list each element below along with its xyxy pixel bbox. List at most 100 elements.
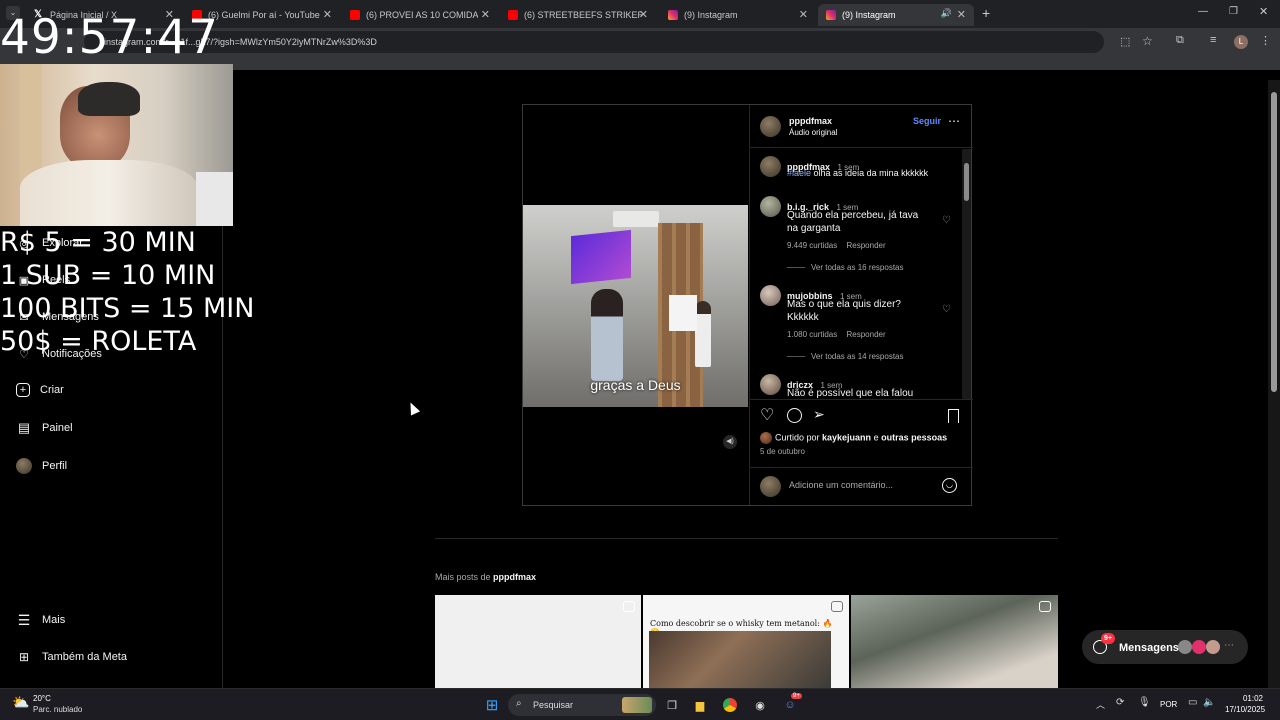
clock-time[interactable]: 01:02 bbox=[1233, 694, 1273, 703]
liked-user[interactable]: kaykejuann bbox=[822, 432, 871, 442]
reel-icon bbox=[623, 601, 635, 612]
url-field[interactable]: instagram.com/r...b1f...gL7/?igsh=MWlzYm… bbox=[84, 31, 1104, 53]
profile-avatar-button[interactable]: L bbox=[1234, 35, 1248, 49]
messages-bar[interactable]: 9+ Mensagens ⋯ bbox=[1082, 630, 1248, 664]
view-replies-button[interactable]: Ver todas as 14 respostas bbox=[787, 352, 904, 361]
caption-text: olha as ideia da mina kkkkkk bbox=[811, 168, 929, 178]
add-comment-input[interactable]: Adicione um comentário... bbox=[789, 480, 929, 494]
comment-text: Mas o que ela quis dizer? Kkkkkk bbox=[787, 299, 901, 323]
post-date[interactable]: 5 de outubro bbox=[760, 447, 805, 456]
tab-close-icon[interactable]: ✕ bbox=[639, 8, 648, 21]
author-avatar[interactable] bbox=[760, 116, 781, 137]
actions-divider bbox=[750, 399, 973, 400]
comment-avatar[interactable] bbox=[760, 196, 781, 217]
liked-prefix: Curtido por bbox=[775, 432, 823, 443]
tab-youtube-3[interactable]: (6) STREETBEEFS STRIKER VS CA ✕ bbox=[500, 4, 656, 26]
install-app-icon[interactable]: ⬚ bbox=[1120, 35, 1130, 48]
comments-scrollbar-thumb[interactable] bbox=[964, 163, 969, 201]
author-username[interactable]: pppdfmax bbox=[789, 116, 832, 126]
comment-text: Não é possível que ela falou bbox=[787, 388, 914, 399]
tab-close-icon[interactable]: ✕ bbox=[323, 8, 332, 21]
task-view-icon[interactable]: ❐ bbox=[662, 695, 682, 715]
more-post-thumb[interactable]: Como descobrir se o whisky tem metanol: … bbox=[643, 595, 849, 688]
tab-instagram-1[interactable]: (9) Instagram ✕ bbox=[660, 4, 816, 26]
comment-avatar[interactable] bbox=[760, 285, 781, 306]
network-icon[interactable]: ▭ bbox=[1188, 697, 1197, 708]
new-tab-button[interactable]: + bbox=[982, 5, 990, 21]
comment-like-icon[interactable]: ♡ bbox=[942, 304, 951, 315]
media-control-icon[interactable]: ≡ bbox=[1210, 34, 1216, 46]
sidebar-item-profile[interactable]: Perfil bbox=[16, 458, 67, 474]
view-replies-button[interactable]: Ver todas as 16 respostas bbox=[787, 263, 904, 272]
comment-reply-button[interactable]: Responder bbox=[847, 330, 886, 339]
extensions-icon[interactable]: ⧉ bbox=[1176, 34, 1184, 47]
file-explorer-icon[interactable]: ▆ bbox=[690, 695, 710, 715]
comments-scrollbar[interactable] bbox=[962, 149, 971, 399]
speaker-icon[interactable]: 🔊 bbox=[941, 8, 952, 19]
sidebar-item-label: Painel bbox=[42, 422, 73, 434]
reel-video[interactable]: graças a Deus ◀) bbox=[523, 105, 748, 505]
follow-button[interactable]: Seguir bbox=[913, 116, 941, 126]
youtube-icon bbox=[350, 10, 360, 20]
tray-chevron-icon[interactable]: ︿ bbox=[1096, 698, 1105, 711]
clock-date[interactable]: 17/10/2025 bbox=[1225, 705, 1265, 714]
close-window-button[interactable]: ✕ bbox=[1259, 5, 1268, 18]
liker-avatar[interactable] bbox=[760, 432, 772, 444]
obs-icon[interactable]: ◉ bbox=[750, 695, 770, 715]
thumb-photo bbox=[649, 631, 831, 688]
share-icon[interactable]: ➢ bbox=[813, 406, 825, 423]
comment-likes[interactable]: 9.449 curtidas bbox=[787, 241, 837, 250]
save-bookmark-icon[interactable] bbox=[948, 409, 959, 423]
tab-youtube-2[interactable]: (6) PROVEI AS 10 COMIDAS MA ✕ bbox=[342, 4, 498, 26]
like-icon[interactable]: ♡ bbox=[760, 405, 774, 425]
volume-icon[interactable]: 🔈 bbox=[1203, 697, 1215, 708]
sidebar-also-from-meta[interactable]: ⊞ Também da Meta bbox=[16, 649, 127, 665]
more-post-thumb[interactable] bbox=[435, 595, 641, 688]
my-avatar bbox=[760, 476, 781, 497]
start-button[interactable]: ⊞ bbox=[482, 695, 502, 715]
more-posts-user[interactable]: pppdfmax bbox=[493, 572, 536, 582]
comment-like-icon[interactable]: ♡ bbox=[942, 215, 951, 226]
mute-toggle-icon[interactable]: ◀) bbox=[723, 435, 737, 449]
profile-initial: L bbox=[1238, 37, 1244, 46]
post-side-panel: pppdfmax Áudio original Seguir ⋯ pppdfma… bbox=[749, 105, 973, 505]
comment-icon[interactable] bbox=[787, 408, 802, 423]
caption-hashtag[interactable]: #laele bbox=[787, 168, 811, 178]
weather-desc[interactable]: Parc. nublado bbox=[33, 705, 82, 714]
sync-icon[interactable]: ⟳ bbox=[1116, 697, 1124, 708]
language-indicator[interactable]: POR bbox=[1160, 700, 1177, 709]
caption-avatar[interactable] bbox=[760, 156, 781, 177]
tab-title: (9) Instagram bbox=[684, 10, 738, 20]
weather-temp[interactable]: 20°C bbox=[33, 694, 51, 703]
sidebar-more[interactable]: ☰ Mais bbox=[16, 612, 66, 628]
sidebar-item-create[interactable]: + Criar bbox=[16, 383, 64, 397]
page-scrollbar[interactable] bbox=[1268, 80, 1280, 688]
more-post-thumb[interactable] bbox=[851, 595, 1058, 688]
browser-menu-icon[interactable]: ⋮ bbox=[1260, 34, 1271, 47]
messages-label: Mensagens bbox=[1119, 642, 1179, 654]
sidebar-item-dashboard[interactable]: ▤ Painel bbox=[16, 420, 73, 436]
liked-others[interactable]: outras pessoas bbox=[881, 432, 947, 442]
tab-close-icon[interactable]: ✕ bbox=[799, 8, 808, 21]
view-replies-label: Ver todas as 16 respostas bbox=[811, 263, 904, 272]
comment-reply-button[interactable]: Responder bbox=[847, 241, 886, 250]
meta-apps-icon: ⊞ bbox=[18, 650, 30, 664]
bookmark-star-icon[interactable]: ☆ bbox=[1142, 34, 1153, 48]
comment-likes[interactable]: 1.080 curtidas bbox=[787, 330, 837, 339]
minimize-button[interactable]: — bbox=[1198, 6, 1208, 17]
tab-close-icon[interactable]: ✕ bbox=[957, 8, 966, 21]
overlay-rule: 1 SUB = 10 MIN bbox=[0, 260, 216, 291]
microphone-icon[interactable]: 🎙 bbox=[1138, 697, 1151, 708]
comment-avatar[interactable] bbox=[760, 374, 781, 395]
post-options-icon[interactable]: ⋯ bbox=[948, 114, 960, 128]
scrollbar-thumb[interactable] bbox=[1271, 92, 1277, 392]
chrome-icon[interactable] bbox=[720, 695, 740, 715]
weather-icon[interactable]: ⛅ bbox=[12, 694, 29, 711]
emoji-icon[interactable]: ◡ bbox=[942, 478, 957, 493]
message-avatar bbox=[1192, 640, 1206, 654]
restore-button[interactable]: ❐ bbox=[1229, 6, 1238, 17]
audio-label[interactable]: Áudio original bbox=[789, 128, 837, 137]
tab-instagram-active[interactable]: (9) Instagram 🔊 ✕ bbox=[818, 4, 974, 26]
tab-close-icon[interactable]: ✕ bbox=[481, 8, 490, 21]
taskbar-search-box[interactable]: ⌕ Pesquisar bbox=[508, 694, 656, 716]
